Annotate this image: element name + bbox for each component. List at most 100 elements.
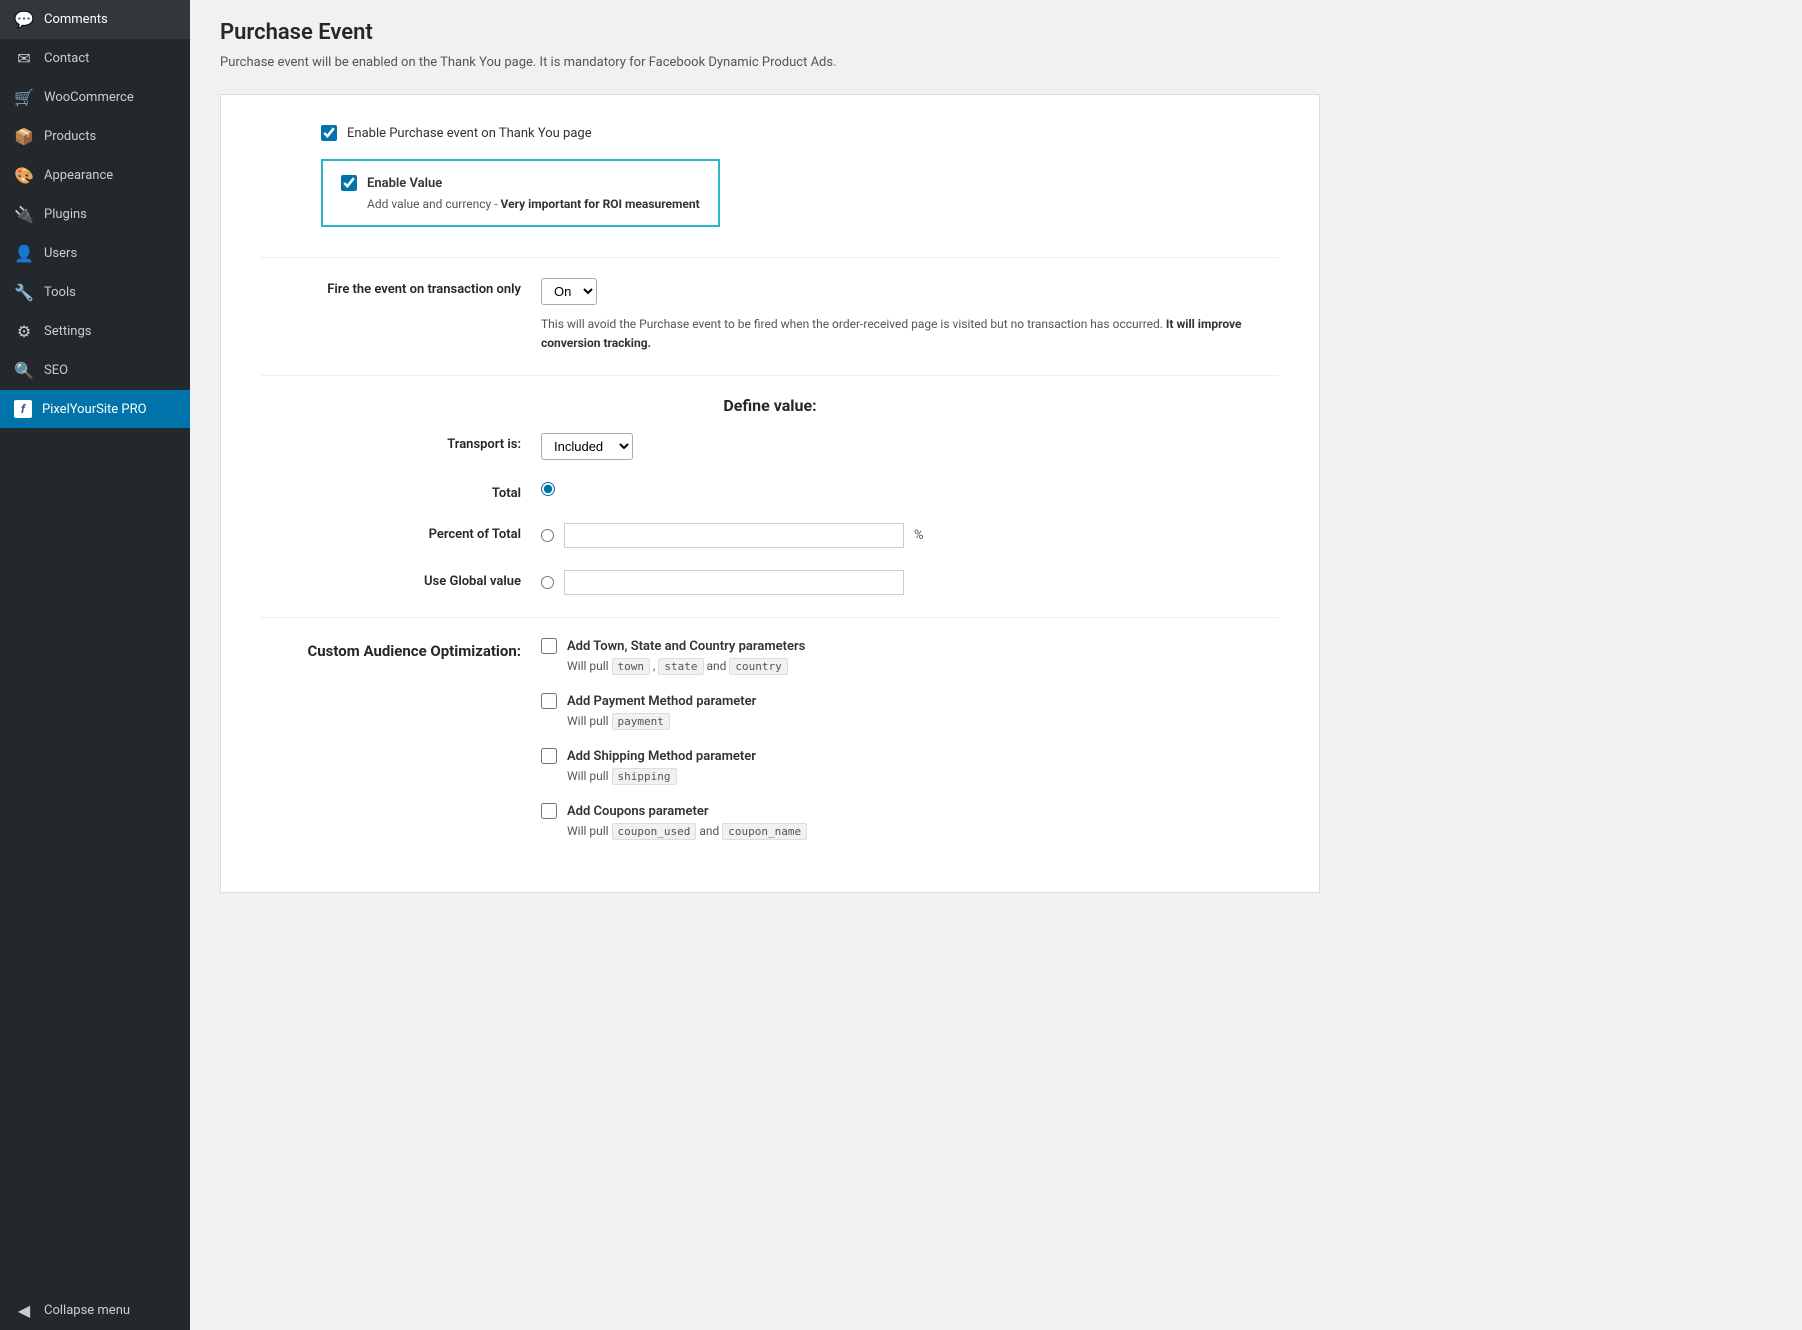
page-title: Purchase Event bbox=[220, 20, 1772, 45]
purchase-event-panel: Enable Purchase event on Thank You page … bbox=[220, 94, 1320, 893]
sidebar-label-products: Products bbox=[44, 129, 96, 144]
cb-town[interactable] bbox=[541, 638, 557, 654]
enable-value-box: Enable Value Add value and currency - Ve… bbox=[321, 159, 720, 227]
tools-icon: 🔧 bbox=[14, 283, 34, 302]
divider-2 bbox=[261, 375, 1279, 376]
enable-value-desc-plain: Add value and currency - bbox=[367, 197, 501, 211]
sidebar-label-users: Users bbox=[44, 246, 77, 261]
sidebar-item-contact[interactable]: ✉ Contact bbox=[0, 39, 190, 78]
desc-payment: Will pull payment bbox=[541, 713, 1279, 730]
sidebar-item-comments[interactable]: 💬 Comments bbox=[0, 0, 190, 39]
audience-option-shipping: Add Shipping Method parameter Will pull … bbox=[541, 748, 1279, 785]
sidebar-label-woocommerce: WooCommerce bbox=[44, 90, 134, 105]
sidebar-label-settings: Settings bbox=[44, 324, 91, 339]
comments-icon: 💬 bbox=[14, 10, 34, 29]
custom-audience-label: Custom Audience Optimization: bbox=[261, 638, 521, 660]
audience-check-payment: Add Payment Method parameter bbox=[541, 693, 1279, 709]
sidebar-label-plugins: Plugins bbox=[44, 207, 87, 222]
fire-event-row: Fire the event on transaction only On Of… bbox=[261, 278, 1279, 353]
fire-event-select[interactable]: On Off bbox=[541, 278, 597, 305]
percent-radio-with-input: % bbox=[541, 523, 1279, 548]
collapse-icon: ◀ bbox=[14, 1301, 34, 1320]
use-global-radio[interactable] bbox=[541, 576, 554, 589]
contact-icon: ✉ bbox=[14, 49, 34, 68]
cb-shipping[interactable] bbox=[541, 748, 557, 764]
sidebar-item-users[interactable]: 👤 Users bbox=[0, 234, 190, 273]
seo-icon: 🔍 bbox=[14, 361, 34, 380]
sidebar-item-collapse[interactable]: ◀ Collapse menu bbox=[0, 1291, 190, 1330]
main-content: Purchase Event Purchase event will be en… bbox=[190, 0, 1802, 1330]
audience-option-coupons: Add Coupons parameter Will pull coupon_u… bbox=[541, 803, 1279, 840]
tag-coupon-used: coupon_used bbox=[612, 823, 697, 840]
enable-value-check-row: Enable Value bbox=[341, 175, 700, 191]
divider-1 bbox=[261, 257, 1279, 258]
cb-coupons[interactable] bbox=[541, 803, 557, 819]
collapse-label: Collapse menu bbox=[44, 1303, 130, 1318]
sidebar: 💬 Comments ✉ Contact 🛒 WooCommerce 📦 Pro… bbox=[0, 0, 190, 1330]
use-global-row: Use Global value bbox=[261, 570, 1279, 595]
users-icon: 👤 bbox=[14, 244, 34, 263]
percent-control: % bbox=[541, 523, 1279, 548]
audience-check-coupons: Add Coupons parameter bbox=[541, 803, 1279, 819]
transport-select[interactable]: Included Excluded bbox=[541, 433, 633, 460]
sidebar-item-tools[interactable]: 🔧 Tools bbox=[0, 273, 190, 312]
percent-radio[interactable] bbox=[541, 529, 554, 542]
fire-event-control: On Off This will avoid the Purchase even… bbox=[541, 278, 1279, 353]
appearance-icon: 🎨 bbox=[14, 166, 34, 185]
tag-country: country bbox=[729, 658, 787, 675]
sidebar-item-seo[interactable]: 🔍 SEO bbox=[0, 351, 190, 390]
sidebar-item-pixelyoursite[interactable]: f PixelYourSite PRO bbox=[0, 390, 190, 428]
define-value-heading: Define value: bbox=[261, 396, 1279, 415]
transport-control: Included Excluded bbox=[541, 433, 1279, 460]
cb-payment[interactable] bbox=[541, 693, 557, 709]
percent-label: Percent of Total bbox=[261, 523, 521, 542]
woocommerce-icon: 🛒 bbox=[14, 88, 34, 107]
percent-suffix: % bbox=[914, 528, 924, 543]
audience-option-payment: Add Payment Method parameter Will pull p… bbox=[541, 693, 1279, 730]
sidebar-label-contact: Contact bbox=[44, 51, 89, 66]
transport-row: Transport is: Included Excluded bbox=[261, 433, 1279, 460]
page-subtitle: Purchase event will be enabled on the Th… bbox=[220, 55, 1772, 70]
tag-coupon-name: coupon_name bbox=[722, 823, 807, 840]
custom-audience-row: Custom Audience Optimization: Add Town, … bbox=[261, 638, 1279, 840]
desc-shipping: Will pull shipping bbox=[541, 768, 1279, 785]
total-radio[interactable] bbox=[541, 482, 555, 496]
percent-row: Percent of Total % bbox=[261, 523, 1279, 548]
sidebar-item-products[interactable]: 📦 Products bbox=[0, 117, 190, 156]
enable-purchase-row: Enable Purchase event on Thank You page bbox=[261, 125, 1279, 141]
sidebar-item-appearance[interactable]: 🎨 Appearance bbox=[0, 156, 190, 195]
label-coupons: Add Coupons parameter bbox=[567, 804, 709, 819]
products-icon: 📦 bbox=[14, 127, 34, 146]
enable-value-label: Enable Value bbox=[367, 176, 442, 191]
tag-state: state bbox=[658, 658, 703, 675]
plugins-icon: 🔌 bbox=[14, 205, 34, 224]
fire-event-desc: This will avoid the Purchase event to be… bbox=[541, 315, 1279, 353]
total-row: Total bbox=[261, 482, 1279, 501]
sidebar-label-tools: Tools bbox=[44, 285, 76, 300]
label-shipping: Add Shipping Method parameter bbox=[567, 749, 756, 764]
fire-event-label: Fire the event on transaction only bbox=[261, 278, 521, 297]
percent-input[interactable] bbox=[564, 523, 904, 548]
enable-purchase-checkbox[interactable] bbox=[321, 125, 337, 141]
enable-value-checkbox[interactable] bbox=[341, 175, 357, 191]
transport-label: Transport is: bbox=[261, 433, 521, 452]
use-global-radio-with-input bbox=[541, 570, 1279, 595]
sidebar-label-comments: Comments bbox=[44, 12, 108, 27]
divider-3 bbox=[261, 617, 1279, 618]
sidebar-item-plugins[interactable]: 🔌 Plugins bbox=[0, 195, 190, 234]
desc-coupons: Will pull coupon_used and coupon_name bbox=[541, 823, 1279, 840]
settings-icon: ⚙ bbox=[14, 322, 34, 341]
use-global-label: Use Global value bbox=[261, 570, 521, 589]
enable-value-description: Add value and currency - Very important … bbox=[341, 197, 700, 211]
sidebar-item-woocommerce[interactable]: 🛒 WooCommerce bbox=[0, 78, 190, 117]
use-global-input[interactable] bbox=[564, 570, 904, 595]
tag-shipping: shipping bbox=[612, 768, 677, 785]
sidebar-label-seo: SEO bbox=[44, 363, 68, 378]
pixelyoursite-icon: f bbox=[14, 400, 32, 418]
sidebar-item-settings[interactable]: ⚙ Settings bbox=[0, 312, 190, 351]
total-label: Total bbox=[261, 482, 521, 501]
audience-option-town: Add Town, State and Country parameters W… bbox=[541, 638, 1279, 675]
label-payment: Add Payment Method parameter bbox=[567, 694, 756, 709]
tag-town: town bbox=[612, 658, 651, 675]
audience-check-town: Add Town, State and Country parameters bbox=[541, 638, 1279, 654]
